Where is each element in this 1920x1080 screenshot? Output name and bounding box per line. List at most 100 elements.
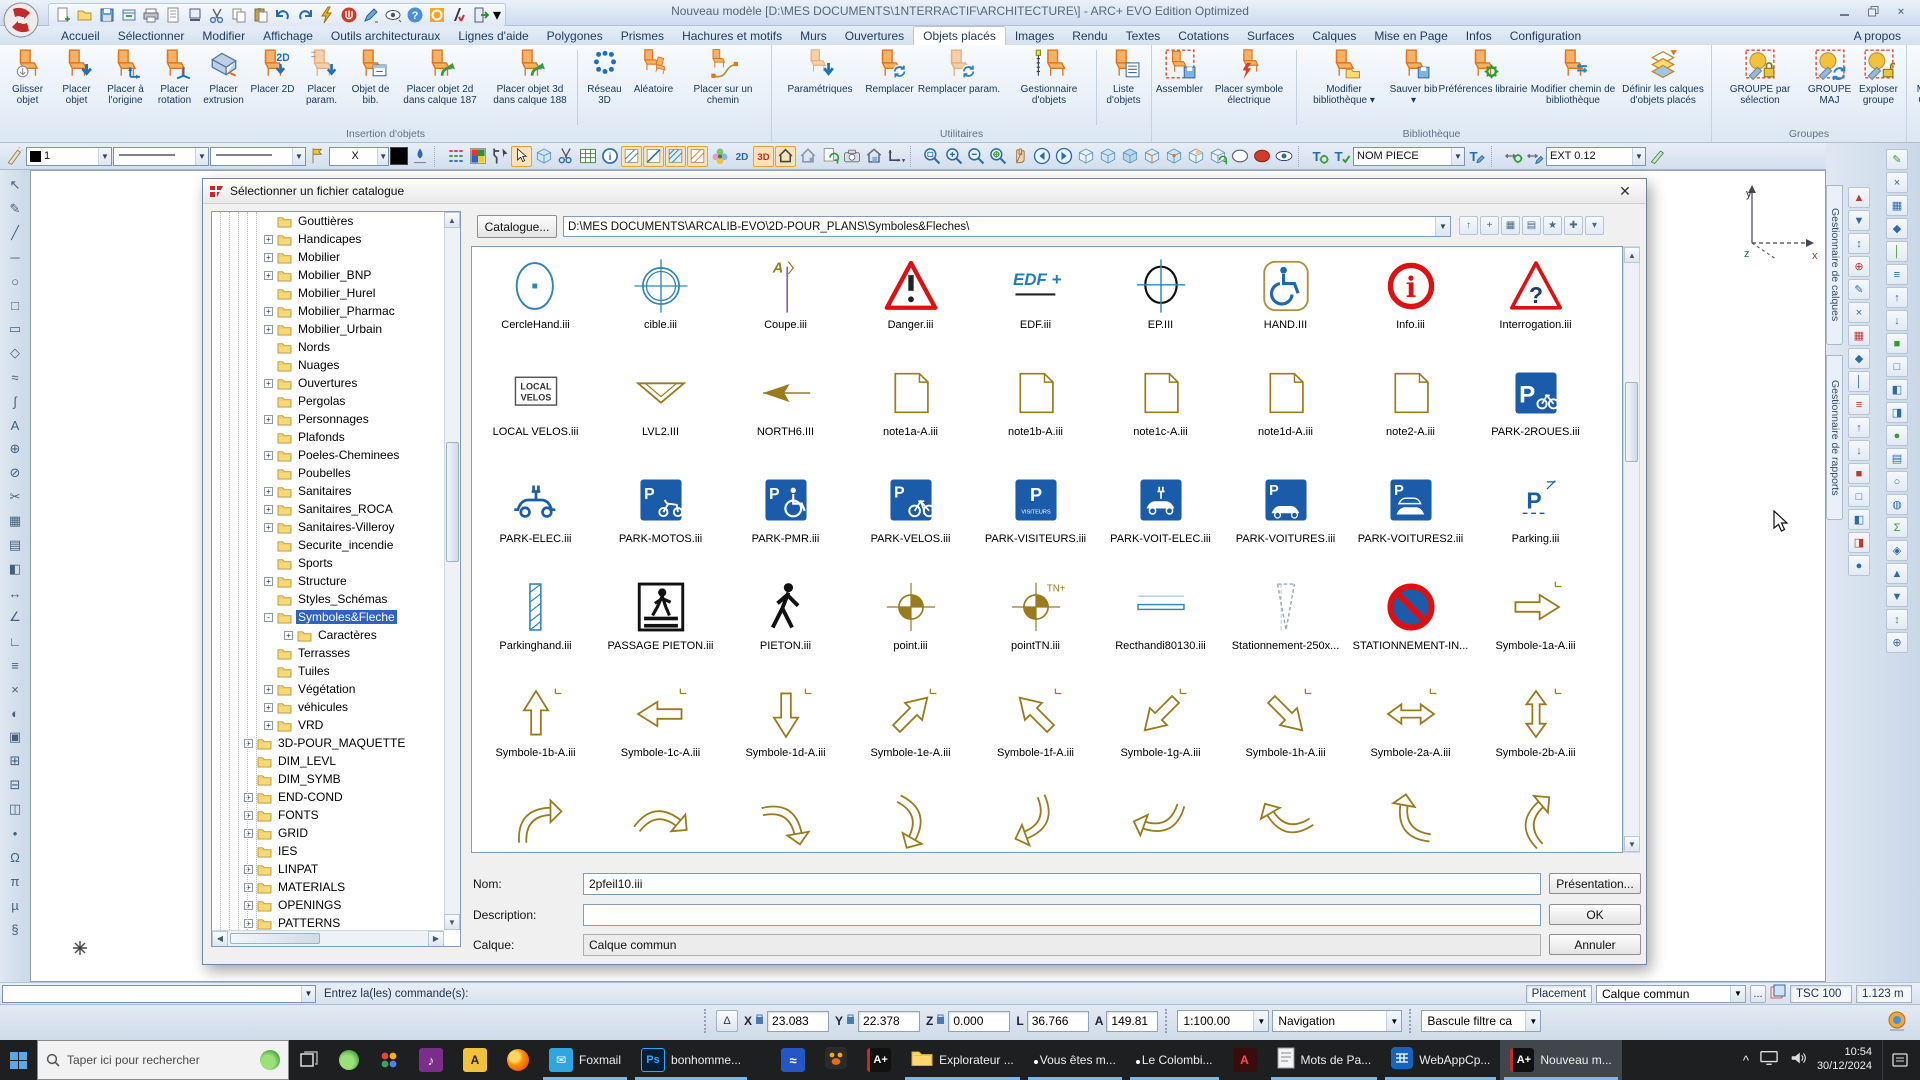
taskbar-app-photos[interactable] [751, 1040, 771, 1080]
file-park-pmr-iii[interactable]: PPARK-PMR.iii [723, 469, 848, 576]
palette-icon[interactable] [467, 146, 488, 167]
hatch3-icon[interactable] [665, 146, 686, 167]
z-lock-icon[interactable] [936, 1012, 945, 1030]
ribbon-button-placer-l-origine[interactable]: Placer à l'origine [101, 48, 150, 106]
scale-combo[interactable]: 1:100.00▼ [1177, 1010, 1269, 1032]
catalog-path-combo[interactable]: D:\MES DOCUMENTS\ARCALIB-EVO\2D-POUR_PLA… [563, 216, 1451, 237]
report-circle-icon[interactable]: ▲ [1886, 563, 1908, 584]
expand-toggle-icon[interactable]: + [264, 253, 273, 262]
tab-layer-manager[interactable]: Gestionnaire de calques [1826, 185, 1843, 345]
divider-icon[interactable]: │ [1848, 371, 1870, 392]
catalogue-button[interactable]: Catalogue... [477, 215, 557, 238]
tree-item-nords[interactable]: Nords [212, 338, 460, 356]
file-unlabeled[interactable] [973, 790, 1098, 853]
report-left-icon[interactable]: ● [1886, 425, 1908, 446]
snap-off-tool[interactable]: ⊘ [4, 461, 26, 485]
file-grid-scrollbar[interactable]: ▲ ▼ [1623, 246, 1640, 853]
zoom-fit-icon[interactable] [987, 146, 1008, 167]
tree-item-poubelles[interactable]: Poubelles [212, 464, 460, 482]
exit-icon[interactable] [471, 6, 490, 24]
ribbon-button-placer-rotation[interactable]: Placer rotation [150, 48, 199, 106]
select-tool[interactable]: ↖ [4, 173, 26, 197]
scrollbar-thumb[interactable] [1625, 382, 1638, 462]
file-recthandi80130-iii[interactable]: Recthandi80130.iii [1098, 576, 1223, 683]
report-mix-icon[interactable]: ▼ [1886, 586, 1908, 607]
ribbon-button-pr-f-rences-librairie[interactable]: Préférences librairie [1438, 48, 1528, 96]
contrast-tool[interactable]: ◐ [4, 701, 26, 725]
start-button[interactable] [0, 1040, 37, 1080]
snap-center-tool[interactable]: ⊕ [4, 437, 26, 461]
placement-layer-combo[interactable]: Calque commun▼ [1596, 985, 1746, 1003]
file-lvl2-iii[interactable]: LVL2.III [598, 362, 723, 469]
merge-cell-tool[interactable]: ◫ [4, 797, 26, 821]
dim-edit-icon[interactable] [1524, 146, 1545, 167]
expand-toggle-icon[interactable]: + [264, 235, 273, 244]
stop-icon[interactable] [339, 6, 358, 24]
dot-tool-icon[interactable]: ● [1848, 555, 1870, 576]
wand-icon[interactable] [4, 146, 25, 167]
music-button[interactable]: ♪ [409, 1040, 453, 1080]
restore-button[interactable] [1862, 4, 1884, 19]
taskbar-app-nouveau-m-[interactable]: A+Nouveau m... [1500, 1040, 1621, 1080]
file-stationnement-in-[interactable]: STATIONNEMENT-IN... [1348, 576, 1473, 683]
file-hand-iii[interactable]: HAND.III [1223, 255, 1348, 362]
expand-toggle-icon[interactable]: - [264, 613, 273, 622]
half-left-icon[interactable]: ◧ [1848, 509, 1870, 530]
spline-tool[interactable]: ≈ [4, 365, 26, 389]
file-parking-iii[interactable]: PParking.iii [1473, 469, 1598, 576]
display-icon[interactable] [1759, 1049, 1779, 1072]
report-del-icon[interactable]: ↓ [1886, 310, 1908, 331]
ribbon-button-remplacer[interactable]: Remplacer [865, 48, 914, 96]
text-edit-icon[interactable]: T [1466, 146, 1487, 167]
menu-tab-s-lectionner[interactable]: Sélectionner [109, 27, 194, 45]
view-icons-icon[interactable]: ▦ [1501, 216, 1520, 235]
report-down-icon[interactable]: ≡ [1886, 264, 1908, 285]
circle-white-icon[interactable] [1229, 146, 1250, 167]
file-park-2roues-iii[interactable]: PPARK-2ROUES.iii [1473, 362, 1598, 469]
menu-tab-affichage[interactable]: Affichage [254, 27, 322, 45]
ribbon-button-glisser-objet[interactable]: Glisser objet [3, 48, 52, 106]
x-lock-icon[interactable] [755, 1012, 764, 1030]
view-prev-icon[interactable] [1031, 146, 1052, 167]
file-unlabeled[interactable] [1098, 790, 1223, 853]
scroll-up-icon[interactable]: ▲ [444, 212, 460, 228]
ribbon-button-d-finir-les-calques-d-objets-plac-s[interactable]: Définir les calques d'objets placés [1618, 48, 1708, 106]
ribbon-button-placer-sur-un-chemin[interactable]: Placer sur un chemin [678, 48, 768, 106]
cube3-icon[interactable] [1119, 146, 1140, 167]
menu-tab-polygones[interactable]: Polygones [538, 27, 612, 45]
tree-item-goutti-res[interactable]: Gouttières [212, 212, 460, 230]
fill-region-tool[interactable]: ▣ [4, 725, 26, 749]
ribbon-button-al-atoire[interactable]: Aléatoire [629, 48, 678, 96]
tree-item-v-hicules[interactable]: +véhicules [212, 698, 460, 716]
flower-icon[interactable] [709, 146, 730, 167]
ribbon-button-r-seau-3d[interactable]: Réseau 3D [580, 48, 629, 106]
open-file-icon[interactable] [75, 6, 94, 24]
fill-on-icon[interactable]: ■ [1848, 463, 1870, 484]
view-list-icon[interactable]: ▤ [1522, 216, 1541, 235]
file-edf-iii[interactable]: EDF +EDF.iii [973, 255, 1098, 362]
tree-item-pergolas[interactable]: Pergolas [212, 392, 460, 410]
tree-item-tuiles[interactable]: Tuiles [212, 662, 460, 680]
delete-layer-icon[interactable]: × [1848, 302, 1870, 323]
expand-toggle-icon[interactable]: + [264, 487, 273, 496]
hatch4-icon[interactable] [687, 146, 708, 167]
chevron-down-icon[interactable]: ▼ [1632, 148, 1645, 165]
chevron-down-icon[interactable]: ▼ [195, 148, 208, 165]
taskbar-app-paw[interactable] [815, 1040, 857, 1080]
file-cerclehand-iii[interactable]: CercleHand.iii [473, 255, 598, 362]
x-coordinate-field[interactable]: 23.083 [767, 1011, 829, 1032]
section-tool[interactable]: § [4, 917, 26, 941]
tree-item-mobilier-urbain[interactable]: +Mobilier_Urbain [212, 320, 460, 338]
move-up-icon[interactable]: ↑ [1848, 417, 1870, 438]
file-symbole-1h-a-iii[interactable]: Symbole-1h-A.iii [1223, 683, 1348, 790]
quick-run-icon[interactable] [317, 6, 336, 24]
plant-button[interactable] [329, 1040, 369, 1080]
tree-item-grid[interactable]: +GRID [212, 824, 460, 842]
search-highlight-icon[interactable] [260, 1050, 280, 1070]
file-park-elec-iii[interactable]: PARK-ELEC.iii [473, 469, 598, 576]
redo-icon[interactable] [295, 6, 314, 24]
taskbar-app-vous-tes-m-[interactable]: Vous êtes m... [1024, 1040, 1126, 1080]
eye-icon[interactable] [1273, 146, 1294, 167]
layer-down-icon[interactable]: ▼ [1848, 210, 1870, 231]
file-unlabeled[interactable] [1223, 790, 1348, 853]
